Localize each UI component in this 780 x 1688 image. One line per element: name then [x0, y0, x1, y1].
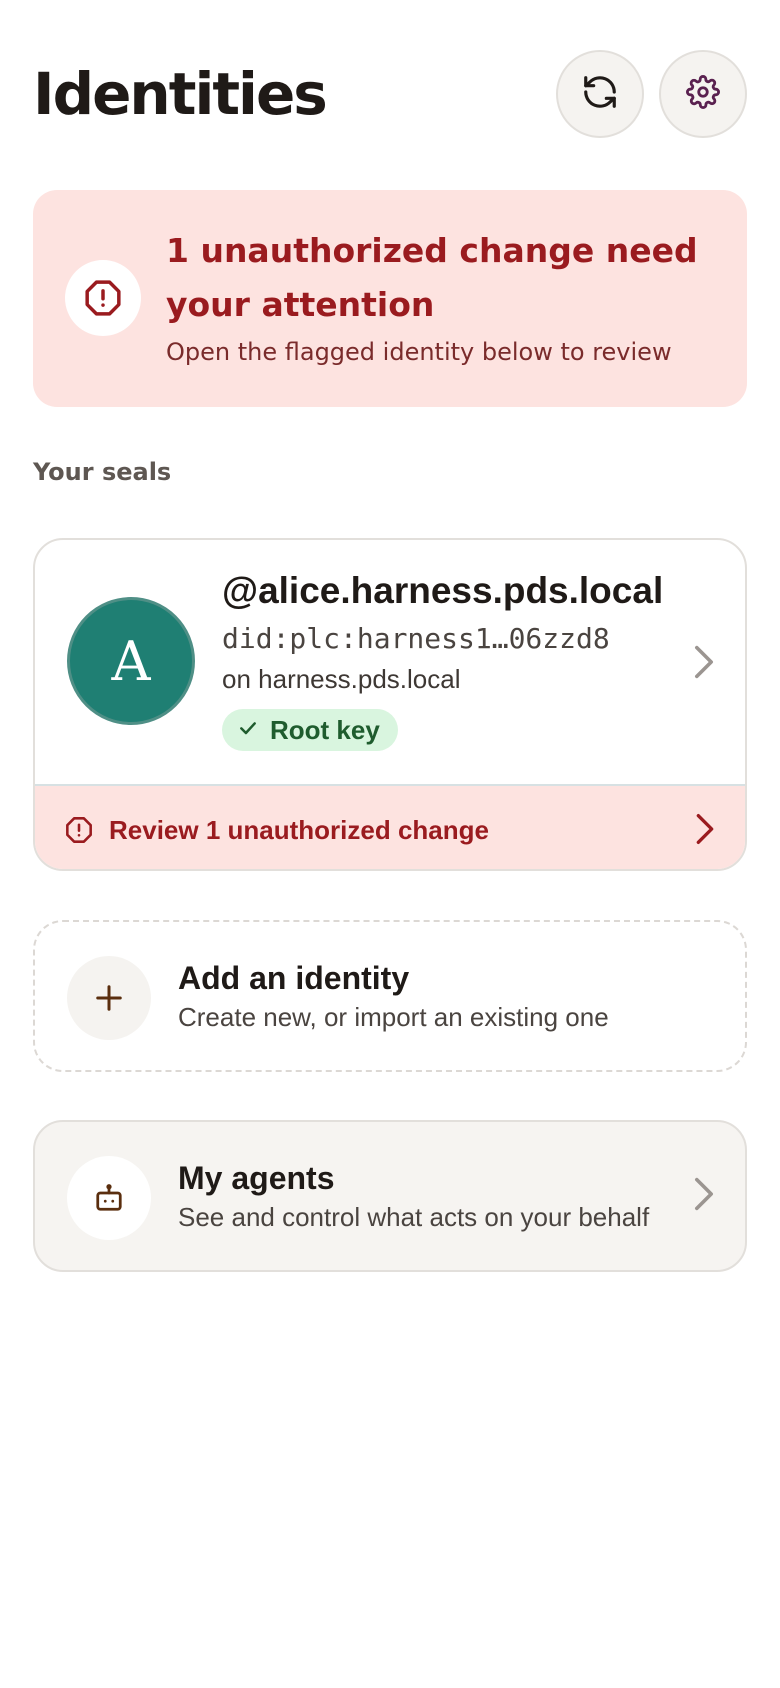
plus-icon: [67, 956, 151, 1040]
root-key-badge: Root key: [222, 709, 398, 751]
chevron-right-icon: [693, 644, 715, 685]
header: Identities: [33, 50, 747, 138]
chevron-right-icon: [695, 812, 715, 851]
review-unauthorized-change-button[interactable]: Review 1 unauthorized change: [35, 784, 745, 869]
add-identity-title: Add an identity: [178, 960, 410, 996]
avatar: A: [67, 597, 195, 725]
octagon-alert-icon: [65, 260, 141, 336]
add-identity-button[interactable]: Add an identity Create new, or import an…: [33, 920, 747, 1072]
identity-card[interactable]: A @alice.harness.pds.local did:plc:harne…: [33, 538, 747, 871]
check-icon: [238, 718, 258, 743]
identity-did: did:plc:harness1…06zzd8: [222, 622, 610, 655]
page-title: Identities: [33, 60, 328, 128]
gear-icon: [686, 74, 720, 114]
root-key-label: Root key: [270, 714, 380, 745]
my-agents-title: My agents: [178, 1160, 335, 1196]
refresh-icon: [581, 73, 619, 116]
refresh-button[interactable]: [556, 50, 644, 138]
robot-icon: [67, 1156, 151, 1240]
identity-handle: @alice.harness.pds.local: [222, 570, 664, 611]
unauthorized-change-alert: 1 unauthorized change need your attentio…: [33, 190, 747, 407]
chevron-right-icon: [693, 1176, 715, 1217]
add-identity-subtitle: Create new, or import an existing one: [178, 1002, 609, 1032]
identity-host: on harness.pds.local: [222, 664, 461, 694]
my-agents-subtitle: See and control what acts on your behalf: [178, 1202, 650, 1232]
alert-subtitle: Open the flagged identity below to revie…: [166, 338, 672, 366]
section-label: Your seals: [33, 458, 172, 486]
alert-title: 1 unauthorized change need your attentio…: [166, 231, 698, 324]
octagon-alert-icon: [65, 816, 93, 849]
my-agents-button[interactable]: My agents See and control what acts on y…: [33, 1120, 747, 1272]
review-label: Review 1 unauthorized change: [109, 815, 489, 845]
settings-button[interactable]: [659, 50, 747, 138]
